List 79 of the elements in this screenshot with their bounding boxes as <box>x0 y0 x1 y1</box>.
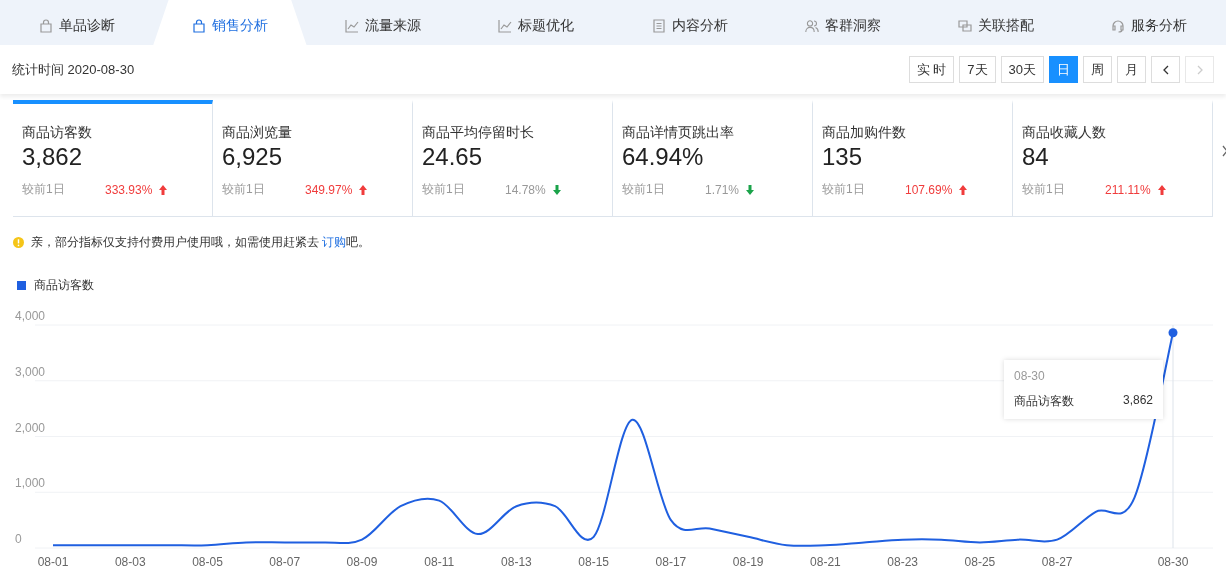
compare-label: 较前1日 <box>222 181 266 198</box>
warning-icon <box>13 237 24 248</box>
metric-value: 84 <box>1022 142 1050 172</box>
metric-card[interactable]: 商品收藏人数 84 较前1日 211.11% <box>1013 100 1213 217</box>
tab[interactable]: 流量来源 <box>306 0 460 45</box>
metric-value: 135 <box>822 142 864 172</box>
line-chart-icon <box>345 18 360 33</box>
tab[interactable]: 销售分析 <box>153 0 307 45</box>
stat-time: 统计时间 2020-08-30 <box>12 60 136 79</box>
x-axis-label: 08-11 <box>424 555 455 569</box>
tooltip-series: 商品访客数 <box>1014 393 1074 410</box>
data-point <box>1168 328 1178 338</box>
y-axis-label: 4,000 <box>15 309 46 323</box>
legend-label: 商品访客数 <box>34 276 94 294</box>
metric-value: 64.94% <box>622 142 705 172</box>
notice-text: 亲，部分指标仅支持付费用户使用哦，如需使用赶紧去 订购吧。 <box>31 234 371 251</box>
period-button[interactable]: 月 <box>1117 56 1146 83</box>
y-axis-label: 1,000 <box>15 476 46 491</box>
change-value: 1.71% <box>705 182 740 197</box>
metric-value: 24.65 <box>422 142 484 172</box>
y-axis-label: 3,000 <box>15 364 46 379</box>
line-chart-icon <box>498 18 513 33</box>
prev-button[interactable] <box>1151 56 1180 83</box>
x-axis-label: 08-30 <box>1157 555 1189 569</box>
metric-card[interactable]: 商品访客数 3,862 较前1日 333.93% <box>13 100 213 217</box>
document-icon <box>651 18 666 33</box>
x-axis-label: 08-23 <box>887 555 918 569</box>
change-value: 107.69% <box>905 182 953 197</box>
overlap-squares-icon <box>958 18 973 33</box>
tab[interactable]: 内容分析 <box>613 0 767 45</box>
period-button[interactable]: 7天 <box>959 56 996 83</box>
metric-title: 商品访客数 <box>22 123 93 141</box>
y-axis-label: 2,000 <box>15 420 46 435</box>
change-value: 333.93% <box>105 182 153 197</box>
metric-value: 6,925 <box>222 142 284 172</box>
period-button[interactable]: 30天 <box>1000 56 1044 83</box>
metric-card[interactable]: 商品平均停留时长 24.65 较前1日 14.78% <box>413 100 613 217</box>
tab[interactable]: 服务分析 <box>1072 0 1226 45</box>
compare-label: 较前1日 <box>422 181 466 198</box>
change-value: 211.11% <box>1105 182 1151 197</box>
people-icon <box>804 18 819 33</box>
period-button[interactable]: 周 <box>1083 56 1112 83</box>
metric-card[interactable]: 商品浏览量 6,925 较前1日 349.97% <box>213 100 413 217</box>
tooltip-value: 3,862 <box>1122 393 1153 409</box>
tab[interactable]: 客群洞察 <box>766 0 920 45</box>
metric-title: 商品浏览量 <box>222 123 293 141</box>
compare-label: 较前1日 <box>1022 181 1066 198</box>
x-axis-label: 08-09 <box>346 555 378 569</box>
metric-card[interactable]: 商品加购件数 135 较前1日 107.69% <box>813 100 1013 217</box>
compare-label: 较前1日 <box>822 181 866 198</box>
x-axis-label: 08-17 <box>655 555 687 569</box>
x-axis-label: 08-21 <box>810 555 841 569</box>
metric-card[interactable]: 商品详情页跳出率 64.94% 较前1日 1.71% <box>613 100 813 217</box>
headset-icon <box>1111 18 1126 33</box>
tab[interactable]: 关联搭配 <box>919 0 1073 45</box>
metric-title: 商品平均停留时长 <box>422 123 535 141</box>
metric-title: 商品收藏人数 <box>1022 123 1107 141</box>
subscribe-link[interactable]: 订购 <box>322 235 347 249</box>
compare-label: 较前1日 <box>22 181 66 198</box>
x-axis-label: 08-07 <box>269 555 301 569</box>
change-value: 349.97% <box>305 182 353 197</box>
compare-label: 较前1日 <box>622 181 666 198</box>
x-axis-label: 08-15 <box>578 555 610 569</box>
x-axis-label: 08-03 <box>114 555 146 569</box>
x-axis-label: 08-13 <box>501 555 532 569</box>
tooltip-date: 08-30 <box>1014 369 1046 383</box>
change-value: 14.78% <box>505 182 546 197</box>
period-button[interactable]: 实 时 <box>908 56 955 83</box>
metric-value: 3,862 <box>22 142 84 172</box>
x-axis-label: 08-25 <box>964 555 996 569</box>
tab[interactable]: 标题优化 <box>459 0 613 45</box>
metric-title: 商品加购件数 <box>822 123 907 141</box>
tab[interactable]: 单品诊断 <box>0 0 154 45</box>
x-axis-label: 08-01 <box>37 555 69 569</box>
metric-title: 商品详情页跳出率 <box>622 123 735 141</box>
x-axis-label: 08-27 <box>1041 555 1073 569</box>
x-axis-label: 08-05 <box>192 555 223 569</box>
y-axis-label: 0 <box>15 532 22 546</box>
x-axis-label: 08-19 <box>732 555 764 569</box>
